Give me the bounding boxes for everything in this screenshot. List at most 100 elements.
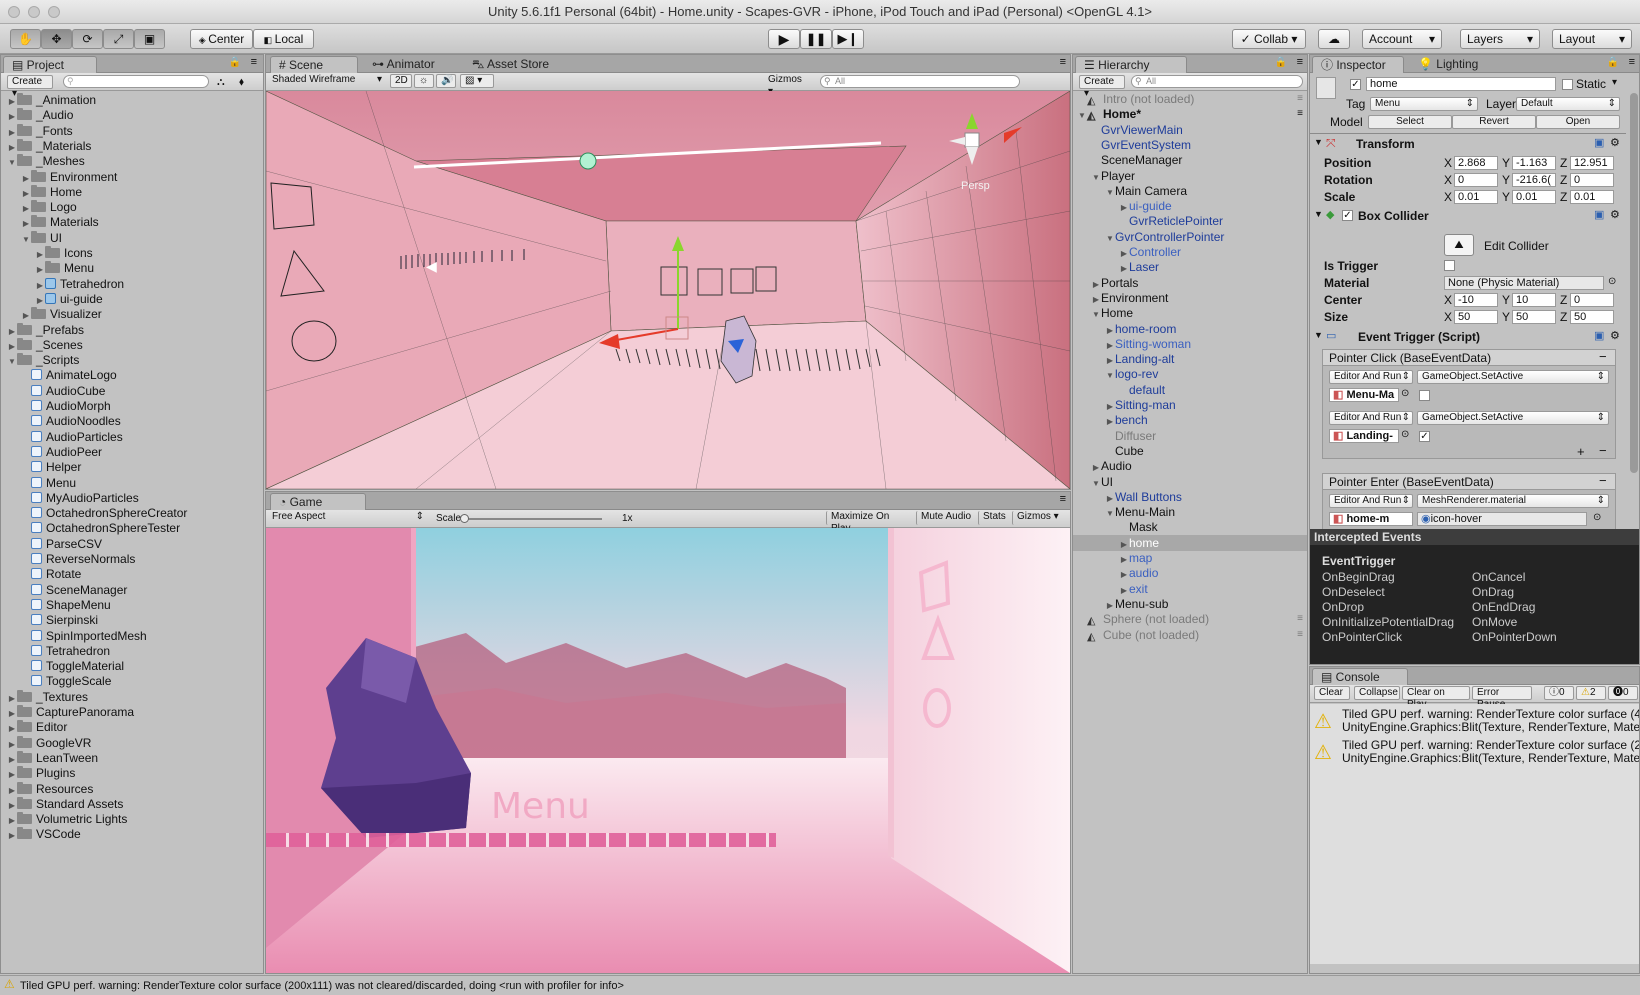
hierarchy-item[interactable]: ▶ Controller [1119, 244, 1305, 260]
project-create-button[interactable]: Create ▾ [7, 75, 53, 99]
gear-icon[interactable]: ⚙ [1610, 329, 1620, 342]
foldout-arrow-icon[interactable]: ▼ [7, 354, 17, 370]
list-item[interactable]: ▶ _Animation [7, 92, 96, 108]
list-item[interactable]: OctahedronSphereTester [21, 520, 180, 536]
object-picker-icon[interactable]: ⊙ [1401, 388, 1409, 399]
set-active-checkbox[interactable]: ✓ [1419, 431, 1430, 442]
material-argument-field[interactable]: ◉icon-hover [1417, 512, 1587, 526]
scene-menu-icon[interactable]: ≡ [1297, 611, 1303, 627]
project-search-input[interactable]: ⚲ [63, 75, 209, 88]
list-item[interactable]: ▶ _Fonts [7, 123, 73, 139]
foldout-arrow-icon[interactable]: ▶ [7, 828, 17, 844]
list-item[interactable]: SceneManager [21, 582, 127, 598]
list-item[interactable]: AnimateLogo [21, 367, 117, 383]
hierarchy-item[interactable]: ▼Player [1091, 168, 1305, 184]
scene-gizmos-dropdown[interactable]: Gizmos ▾ [764, 74, 812, 97]
list-item[interactable]: Helper [21, 459, 81, 475]
list-item[interactable]: OctahedronSphereCreator [21, 505, 187, 521]
hierarchy-item[interactable]: ▼logo-rev [1105, 366, 1305, 382]
hierarchy-item[interactable]: ▼Menu-Main [1105, 504, 1305, 520]
rotate-tool-button[interactable]: ⟳ [72, 29, 103, 49]
function-dropdown[interactable]: GameObject.SetActive ⇕ [1417, 370, 1609, 384]
list-item[interactable]: ReverseNormals [21, 551, 135, 567]
game-viewport[interactable]: Menu [266, 528, 1070, 973]
transform-z-field[interactable]: 0 [1570, 173, 1614, 187]
box-collider-enabled-checkbox[interactable]: ✓ [1342, 210, 1353, 221]
minimize-window-button[interactable] [28, 6, 40, 18]
foldout-arrow-icon[interactable]: ▼ [1105, 368, 1115, 384]
static-checkbox[interactable] [1562, 79, 1573, 90]
layout-dropdown[interactable]: Layout ▾ [1552, 29, 1632, 49]
list-item[interactable]: Rotate [21, 566, 81, 582]
hierarchy-item[interactable]: ▼GvrControllerPointer [1105, 229, 1305, 245]
panel-menu-icon[interactable]: ≡ [1629, 56, 1635, 68]
hierarchy-item[interactable]: Cube [1105, 443, 1305, 459]
foldout-arrow-icon[interactable]: ▼ [1091, 476, 1101, 492]
hierarchy-create-button[interactable]: Create ▾ [1079, 75, 1125, 99]
foldout-arrow-icon[interactable]: ▼ [7, 155, 17, 171]
list-item[interactable]: ▶ ui-guide [35, 291, 103, 307]
game-gizmos-dropdown[interactable]: Gizmos ▾ [1012, 511, 1068, 525]
zoom-window-button[interactable] [48, 6, 60, 18]
list-item[interactable]: ParseCSV [21, 536, 102, 552]
is-trigger-checkbox[interactable] [1444, 260, 1455, 271]
function-dropdown[interactable]: GameObject.SetActive ⇕ [1417, 411, 1609, 425]
tab-scene[interactable]: # Scene [270, 56, 358, 73]
move-tool-button[interactable]: ✥ [41, 29, 72, 49]
transform-x-field[interactable]: 2.868 [1454, 156, 1498, 170]
hierarchy-item[interactable]: ▼Home [1091, 305, 1305, 321]
play-button[interactable]: ▶ [768, 29, 800, 49]
hierarchy-item[interactable]: ▼◭ Home* ≡ [1077, 106, 1305, 122]
target-object-field[interactable]: ◧ Menu-Ma [1329, 388, 1399, 402]
foldout-arrow-icon[interactable]: ▼ [1105, 506, 1115, 522]
foldout-arrow-icon[interactable]: ▼ [1314, 330, 1323, 340]
transform-z-field[interactable]: 12.951 [1570, 156, 1614, 170]
panel-menu-icon[interactable]: ≡ [1060, 493, 1066, 505]
effects-dropdown[interactable]: ▨ ▾ [460, 74, 494, 88]
layer-dropdown[interactable]: Default ⇕ [1516, 97, 1620, 111]
list-item[interactable]: ▶ _Scenes [7, 337, 83, 353]
list-item[interactable]: ▶ Logo [21, 199, 77, 215]
panel-menu-icon[interactable]: ≡ [251, 56, 257, 68]
rect-tool-button[interactable]: ▣ [134, 29, 165, 49]
gear-icon[interactable]: ⚙ [1610, 136, 1620, 149]
scene-menu-icon[interactable]: ≡ [1297, 91, 1303, 107]
cloud-button[interactable]: ☁ [1318, 29, 1350, 49]
scene-viewport[interactable]: ◀ Persp [266, 91, 1070, 489]
foldout-arrow-icon[interactable]: ▼ [1077, 108, 1087, 124]
hierarchy-item[interactable]: ▶ Sitting-man [1105, 397, 1305, 413]
pivot-center-button[interactable]: ◈ Center [190, 29, 253, 49]
scale-tool-button[interactable]: ⤢ [103, 29, 134, 49]
list-item[interactable]: ▶ Editor [7, 719, 67, 735]
scene-menu-icon[interactable]: ≡ [1297, 627, 1303, 643]
foldout-arrow-icon[interactable]: ▼ [1314, 137, 1323, 147]
hierarchy-item[interactable]: ▶ Environment [1091, 290, 1305, 306]
shading-mode-dropdown[interactable]: Shaded Wireframe ▾ [268, 74, 386, 88]
list-item[interactable]: AudioParticles [21, 429, 123, 445]
object-picker-icon[interactable]: ⊙ [1401, 429, 1409, 440]
pause-button[interactable]: ❚❚ [800, 29, 832, 49]
active-checkbox[interactable]: ✓ [1350, 79, 1361, 90]
hierarchy-item[interactable]: ▶ Portals [1091, 275, 1305, 291]
static-dropdown[interactable]: ▾ [1612, 77, 1617, 88]
list-item[interactable]: Tetrahedron [21, 643, 110, 659]
hierarchy-item[interactable]: ▶ exit [1119, 581, 1305, 597]
tab-lighting[interactable]: 💡 Lighting [1410, 56, 1496, 73]
foldout-arrow-icon[interactable]: ▼ [1091, 170, 1101, 186]
audio-toggle[interactable]: 🔊 [436, 74, 456, 88]
foldout-arrow-icon[interactable]: ▼ [21, 232, 31, 248]
scale-slider-thumb[interactable] [460, 514, 469, 523]
hierarchy-item[interactable]: ◭ Cube (not loaded) ≡ [1077, 627, 1305, 643]
hierarchy-item[interactable]: ▶ bench [1105, 412, 1305, 428]
hierarchy-item[interactable]: ▶ home [1119, 535, 1305, 551]
scene-menu-icon[interactable]: ≡ [1297, 106, 1303, 122]
lock-icon[interactable]: 🔒 [1275, 57, 1287, 68]
lock-icon[interactable]: 🔒 [229, 57, 241, 68]
hierarchy-item[interactable]: ▶ Menu-sub [1105, 596, 1305, 612]
lock-icon[interactable]: 🔒 [1607, 57, 1619, 68]
hierarchy-item[interactable]: ▶ ui-guide [1119, 198, 1305, 214]
list-item[interactable]: ▶ GoogleVR [7, 735, 91, 751]
hierarchy-item[interactable]: GvrEventSystem [1091, 137, 1305, 153]
console-message[interactable]: ⚠ Tiled GPU perf. warning: RenderTexture … [1310, 706, 1639, 736]
tab-game[interactable]: ◔ Game [270, 493, 366, 510]
